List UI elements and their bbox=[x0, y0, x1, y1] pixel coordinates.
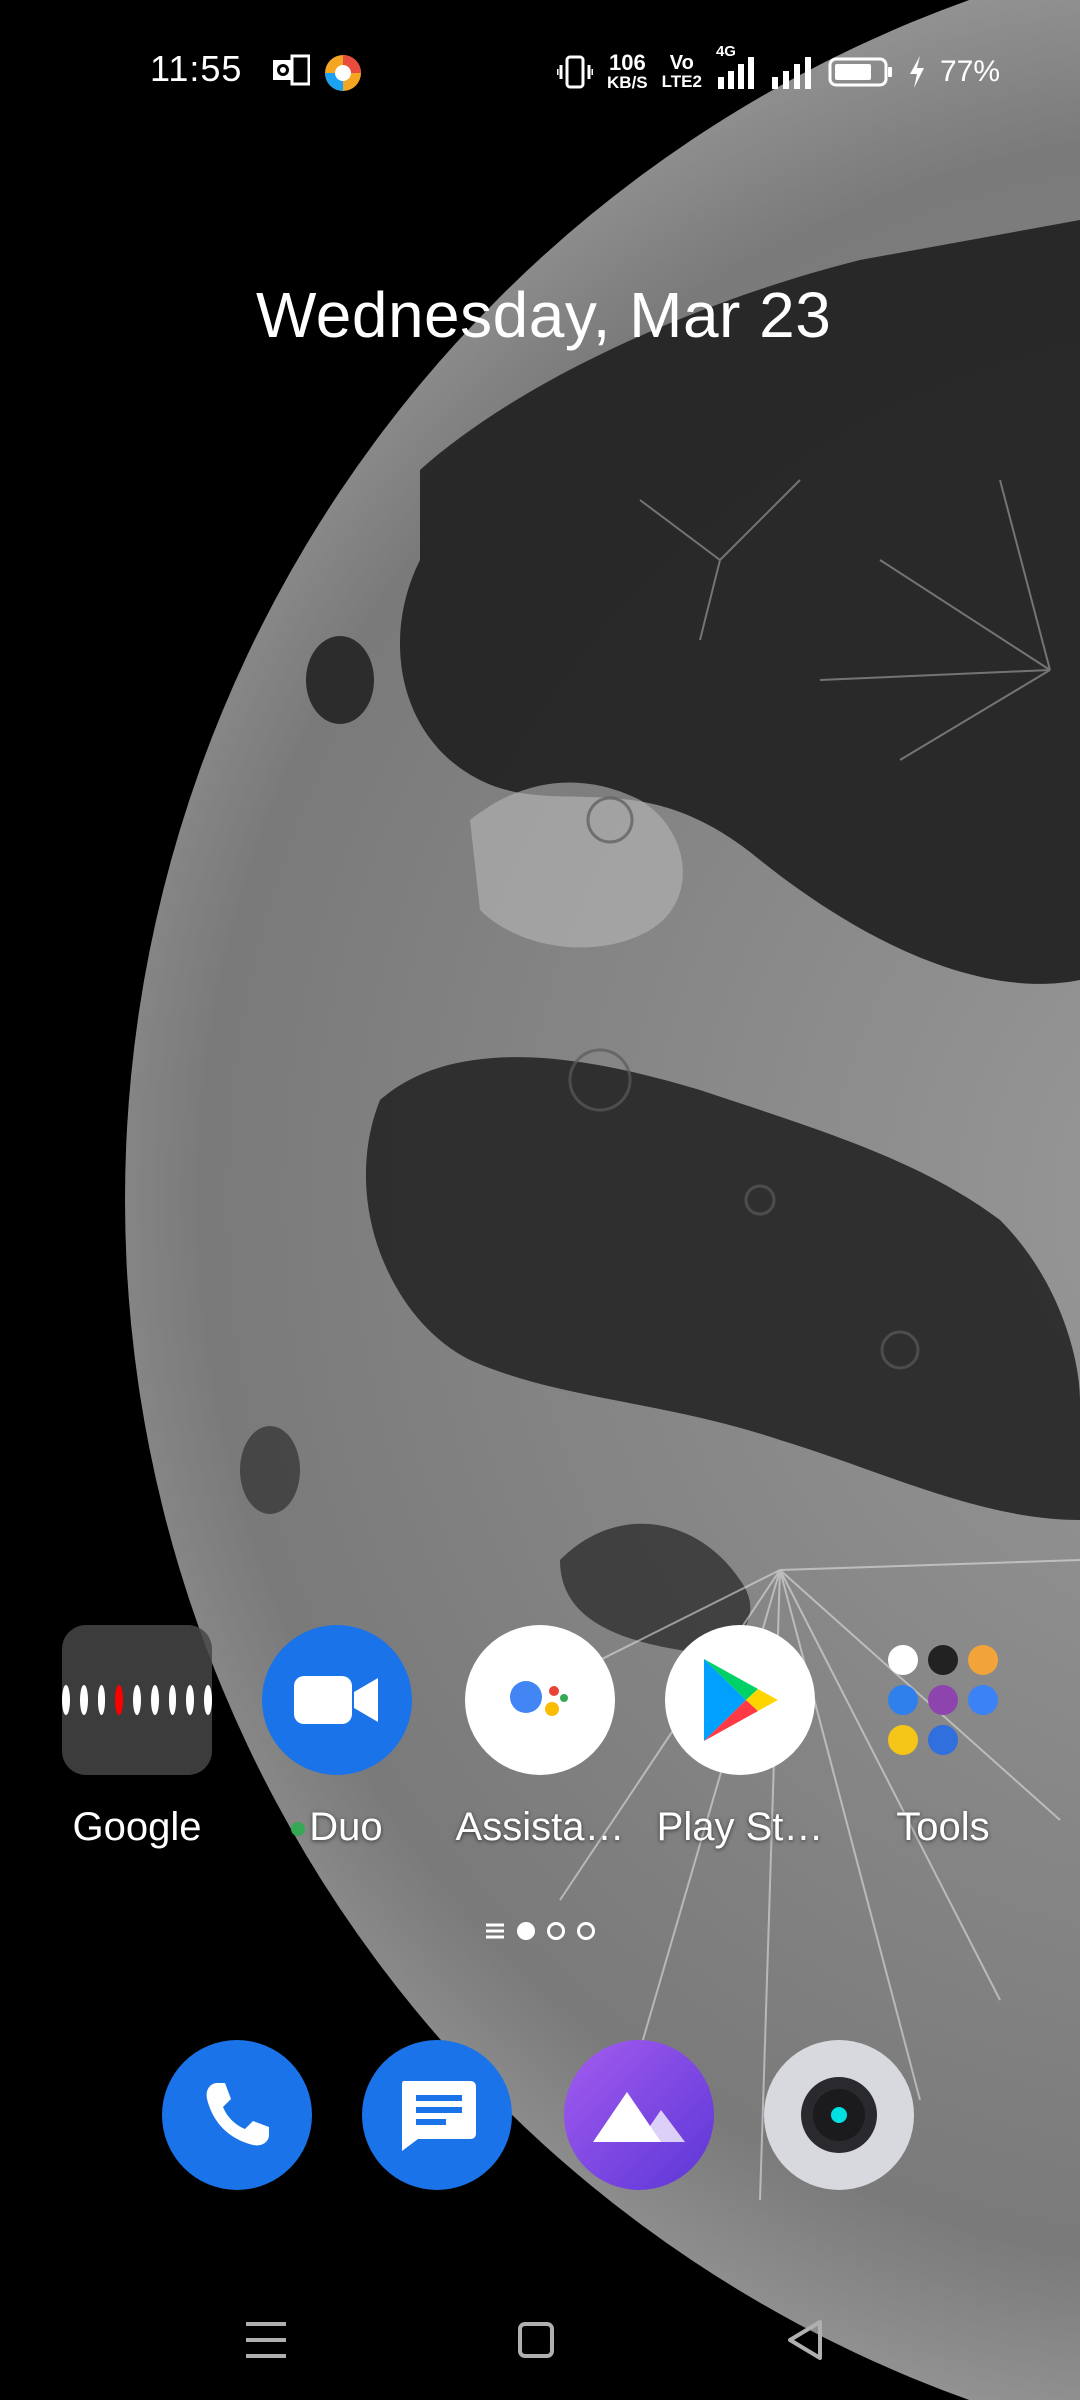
status-bar: 11:55 106 KB/S Vo LTE2 4G 77% bbox=[0, 0, 1080, 140]
signal-sim1: 4G bbox=[716, 43, 756, 89]
date-widget[interactable]: Wednesday, Mar 23 bbox=[256, 278, 831, 352]
app-play-store[interactable]: Play St… bbox=[655, 1625, 825, 1850]
play-store-icon bbox=[665, 1625, 815, 1775]
duo-icon bbox=[262, 1625, 412, 1775]
home-nav-icon[interactable] bbox=[506, 2310, 566, 2370]
vibrate-icon bbox=[557, 55, 594, 88]
app-google-folder[interactable]: Google bbox=[52, 1625, 222, 1850]
network-speed: 106 KB/S bbox=[607, 50, 648, 92]
page-dot[interactable] bbox=[547, 1922, 565, 1940]
dock-messages[interactable] bbox=[362, 2040, 512, 2190]
signal-bars-icon bbox=[717, 56, 754, 89]
status-time: 11:55 bbox=[150, 48, 243, 89]
app-assistant[interactable]: Assista… bbox=[455, 1625, 625, 1850]
app-label: Assista… bbox=[455, 1805, 625, 1849]
app-tools-folder[interactable]: Tools bbox=[858, 1625, 1028, 1850]
app-duo[interactable]: Duo bbox=[252, 1625, 422, 1850]
app-label: Duo bbox=[309, 1805, 383, 1849]
battery-icon bbox=[828, 57, 892, 86]
photos-icon bbox=[593, 2092, 685, 2142]
signal-sim2-icon bbox=[771, 56, 811, 89]
app-notification-icon bbox=[325, 55, 361, 91]
moon-wallpaper bbox=[0, 0, 1080, 2400]
navigation-bar bbox=[0, 2290, 1080, 2380]
dock-photos[interactable] bbox=[564, 2040, 714, 2190]
google-folder-icon bbox=[61, 1625, 213, 1775]
app-label: Google bbox=[72, 1805, 202, 1849]
camera-icon bbox=[801, 2077, 877, 2153]
back-nav-icon[interactable] bbox=[776, 2310, 836, 2370]
dock-camera[interactable] bbox=[764, 2040, 914, 2190]
status-right-group: 106 KB/S Vo LTE2 4G 77% bbox=[557, 43, 1000, 92]
assistant-icon bbox=[465, 1625, 615, 1775]
outlook-notification-icon bbox=[273, 54, 310, 86]
battery-percent: 77% bbox=[939, 54, 1000, 88]
menu-nav-icon[interactable] bbox=[236, 2310, 296, 2370]
page-dot-active[interactable] bbox=[517, 1922, 535, 1940]
app-drawer-lines-icon[interactable] bbox=[485, 1922, 505, 1940]
phone-icon bbox=[206, 2083, 269, 2146]
page-indicator[interactable] bbox=[0, 1922, 1080, 1940]
new-indicator-dot bbox=[291, 1822, 306, 1837]
dock-phone[interactable] bbox=[162, 2040, 312, 2190]
charging-icon bbox=[909, 55, 924, 88]
tools-folder-icon bbox=[868, 1625, 1018, 1775]
app-label: Tools bbox=[896, 1805, 990, 1849]
volte-indicator: Vo LTE2 bbox=[661, 52, 702, 91]
app-label: Play St… bbox=[656, 1805, 824, 1849]
page-dot[interactable] bbox=[577, 1922, 595, 1940]
messages-icon bbox=[402, 2081, 476, 2151]
